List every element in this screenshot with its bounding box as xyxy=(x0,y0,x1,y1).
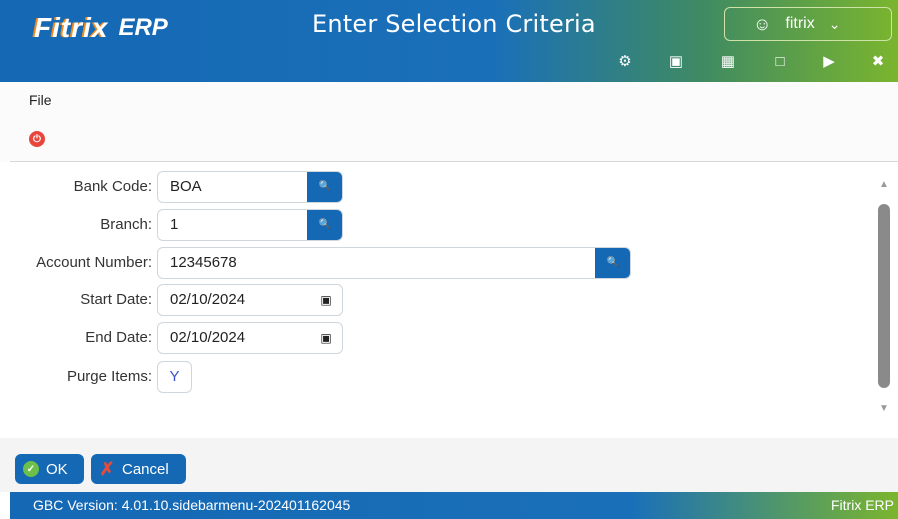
branch-value: 1 xyxy=(170,216,179,233)
new-document-icon[interactable]: □ xyxy=(769,50,791,72)
ok-label: OK xyxy=(46,460,68,478)
purge-items-label: Purge Items: xyxy=(66,368,152,385)
chip-icon[interactable]: ▣ xyxy=(665,50,687,72)
header-toolbar: ⚙ ▣ ▦ □ ▶ ✖ xyxy=(612,50,896,74)
account-number-lookup-button[interactable]: 🔍 xyxy=(595,248,630,278)
branch-field[interactable]: 1 🔍 xyxy=(157,209,343,241)
search-icon: 🔍 xyxy=(318,219,332,230)
app-header: Fitrix ERP Enter Selection Criteria ☺ fi… xyxy=(0,0,898,82)
bank-code-lookup-button[interactable]: 🔍 xyxy=(307,172,342,202)
scrollbar-thumb[interactable] xyxy=(878,204,890,388)
cancel-button[interactable]: ✗ Cancel xyxy=(91,454,186,484)
search-icon: 🔍 xyxy=(318,181,332,192)
purge-items-field[interactable]: Y xyxy=(157,361,192,393)
close-circle-icon[interactable]: ✖ xyxy=(867,50,889,72)
end-date-field[interactable]: 02/10/2024 ▣ xyxy=(157,322,343,354)
power-icon[interactable]: ⏻ xyxy=(29,131,45,147)
calendar-icon[interactable]: ▣ xyxy=(318,285,334,315)
start-date-label: Start Date: xyxy=(80,291,152,308)
calendar-icon[interactable]: ▣ xyxy=(318,323,334,353)
check-icon: ✓ xyxy=(23,461,39,477)
scroll-up-arrow-icon[interactable]: ▲ xyxy=(877,179,891,191)
menu-bar: File xyxy=(0,82,898,162)
account-number-value: 12345678 xyxy=(170,254,237,271)
branch-lookup-button[interactable]: 🔍 xyxy=(307,210,342,240)
account-number-field[interactable]: 12345678 🔍 xyxy=(157,247,631,279)
user-menu-button[interactable]: ☺ fitrix ⌄ xyxy=(724,7,892,41)
user-circle-icon: ☺ xyxy=(753,13,772,34)
logo-mark: Fitrix xyxy=(34,12,109,43)
account-number-label: Account Number: xyxy=(36,254,152,271)
play-icon[interactable]: ▶ xyxy=(818,50,840,72)
document-icon[interactable]: ▦ xyxy=(717,50,739,72)
version-text: GBC Version: 4.01.10.sidebarmenu-2024011… xyxy=(33,497,351,513)
branch-label: Branch: xyxy=(100,216,152,233)
status-brand: Fitrix ERP xyxy=(831,497,894,513)
bank-code-field[interactable]: BOA 🔍 xyxy=(157,171,343,203)
cancel-label: Cancel xyxy=(122,460,169,478)
start-date-field[interactable]: 02/10/2024 ▣ xyxy=(157,284,343,316)
gear-icon[interactable]: ⚙ xyxy=(614,50,636,72)
start-date-value: 02/10/2024 xyxy=(170,291,246,308)
bank-code-label: Bank Code: xyxy=(73,178,152,195)
logo-suffix: ERP xyxy=(118,14,168,41)
page-title: Enter Selection Criteria xyxy=(312,10,596,38)
scroll-down-arrow-icon[interactable]: ▼ xyxy=(877,403,891,415)
ok-button[interactable]: ✓ OK xyxy=(15,454,84,484)
fitrix-logo: Fitrix ERP xyxy=(34,10,168,46)
dialog-button-bar: ✓ OK ✗ Cancel xyxy=(0,438,898,492)
status-bar: GBC Version: 4.01.10.sidebarmenu-2024011… xyxy=(10,492,898,519)
cancel-x-icon: ✗ xyxy=(99,458,115,479)
user-name: fitrix xyxy=(785,15,815,32)
search-icon: 🔍 xyxy=(606,257,620,268)
bank-code-value: BOA xyxy=(170,178,202,195)
chevron-down-icon: ⌄ xyxy=(828,15,841,32)
file-menu[interactable]: File xyxy=(29,92,52,108)
end-date-label: End Date: xyxy=(85,329,152,346)
end-date-value: 02/10/2024 xyxy=(170,329,246,346)
